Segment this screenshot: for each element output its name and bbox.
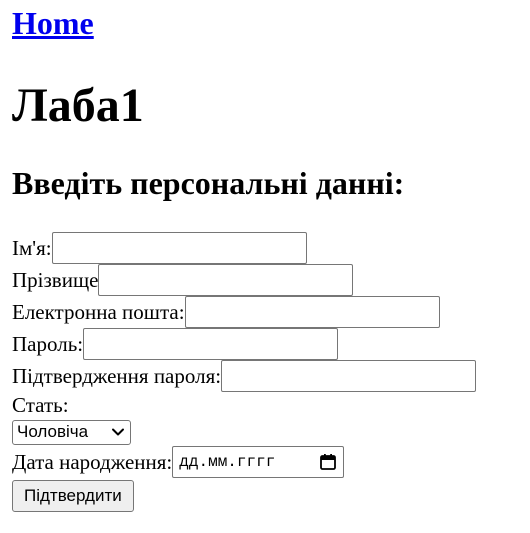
chevron-down-icon <box>112 428 124 436</box>
surname-input[interactable] <box>98 264 354 296</box>
gender-label: Стать: <box>12 393 69 417</box>
password-confirm-row: Підтвердження пароля: <box>12 360 522 392</box>
birthdate-row: Дата народження: дд.мм.гггг <box>12 446 522 478</box>
home-link[interactable]: Home <box>12 4 94 42</box>
password-confirm-input[interactable] <box>221 360 477 392</box>
name-row: Ім'я: <box>12 232 522 264</box>
personal-data-form: Ім'я: Прізвище Електронна пошта: Пароль:… <box>12 232 522 514</box>
submit-wrap: Підтвердити <box>12 478 522 514</box>
birthdate-input[interactable]: дд.мм.гггг <box>172 446 345 478</box>
email-row: Електронна пошта: <box>12 296 522 328</box>
page-title: Лаба1 <box>12 79 144 132</box>
form-heading: Введіть персональні данні: <box>12 165 405 201</box>
surname-label: Прізвище <box>12 268 99 292</box>
gender-select[interactable]: Чоловіча <box>12 419 131 445</box>
submit-button[interactable]: Підтвердити <box>12 480 134 512</box>
birthdate-label: Дата народження: <box>12 450 173 474</box>
birthdate-placeholder: дд.мм.гггг <box>179 453 276 471</box>
surname-row: Прізвище <box>12 264 522 296</box>
email-input[interactable] <box>184 296 440 328</box>
gender-selected-value: Чоловіча <box>17 422 89 441</box>
calendar-icon[interactable] <box>319 453 337 471</box>
name-label: Ім'я: <box>12 236 52 260</box>
password-row: Пароль: <box>12 328 522 360</box>
name-input[interactable] <box>51 232 307 264</box>
password-input[interactable] <box>83 328 339 360</box>
password-label: Пароль: <box>12 332 84 356</box>
password-confirm-label: Підтвердження пароля: <box>12 364 222 388</box>
gender-row: Стать: <box>12 392 522 418</box>
gender-select-wrap: Чоловіча <box>12 418 522 446</box>
email-label: Електронна пошта: <box>12 300 185 324</box>
